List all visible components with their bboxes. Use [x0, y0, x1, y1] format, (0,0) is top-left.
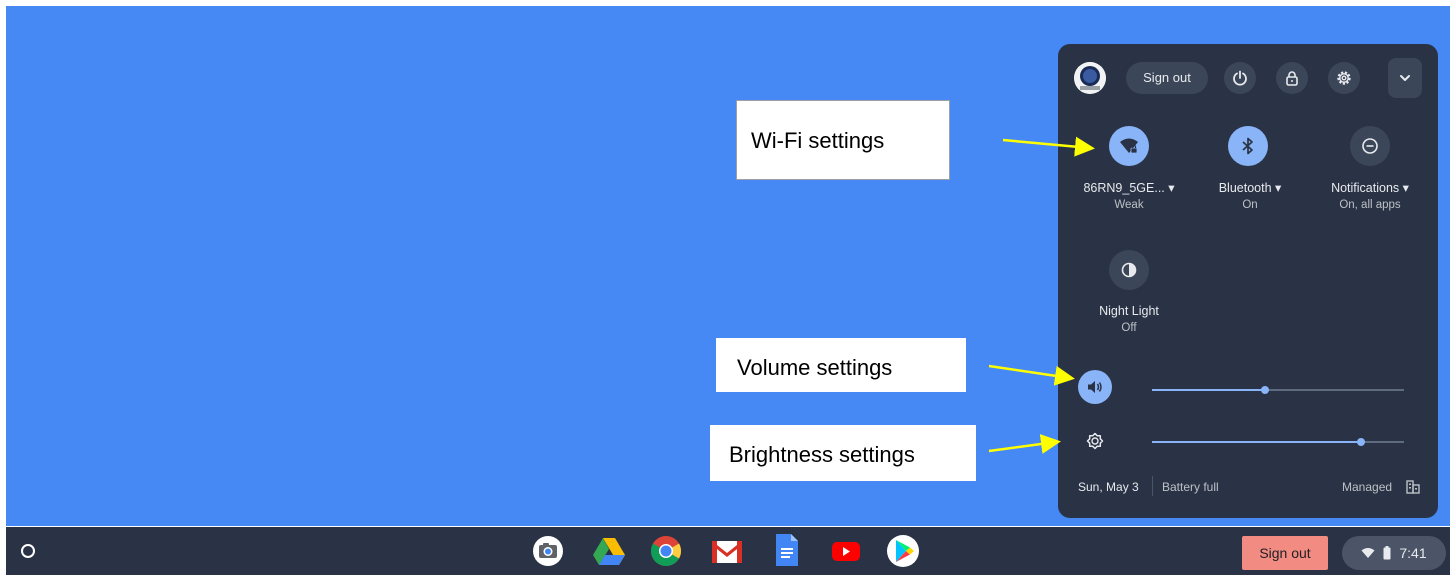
- battery-icon: [1383, 546, 1391, 560]
- youtube-app[interactable]: [830, 535, 862, 567]
- volume-arrow: [988, 364, 1075, 386]
- docs-app[interactable]: [774, 533, 806, 566]
- chrome-icon: [650, 536, 682, 567]
- chrome-app[interactable]: [650, 535, 682, 567]
- docs-icon: [776, 534, 798, 566]
- launcher-button[interactable]: [12, 535, 44, 567]
- wifi-icon: [1361, 548, 1375, 558]
- play-store-icon: [887, 535, 919, 567]
- brightness-arrow: [988, 434, 1061, 454]
- drive-icon: [593, 538, 625, 565]
- camera-icon: [533, 536, 563, 566]
- drive-app[interactable]: [592, 535, 625, 567]
- gmail-icon: [712, 541, 742, 563]
- camera-app[interactable]: [532, 535, 564, 567]
- shelf: Sign out 7:41: [6, 527, 1450, 575]
- status-tray[interactable]: 7:41: [1342, 536, 1446, 570]
- clock-time: 7:41: [1399, 545, 1427, 561]
- wifi-arrow: [1002, 136, 1095, 157]
- shelf-sign-out-button[interactable]: Sign out: [1242, 536, 1328, 570]
- callout-arrows: [988, 136, 1095, 454]
- launcher-icon: [21, 544, 35, 558]
- youtube-icon: [832, 542, 860, 561]
- play-store-app[interactable]: [886, 535, 919, 567]
- gmail-app[interactable]: [710, 535, 742, 567]
